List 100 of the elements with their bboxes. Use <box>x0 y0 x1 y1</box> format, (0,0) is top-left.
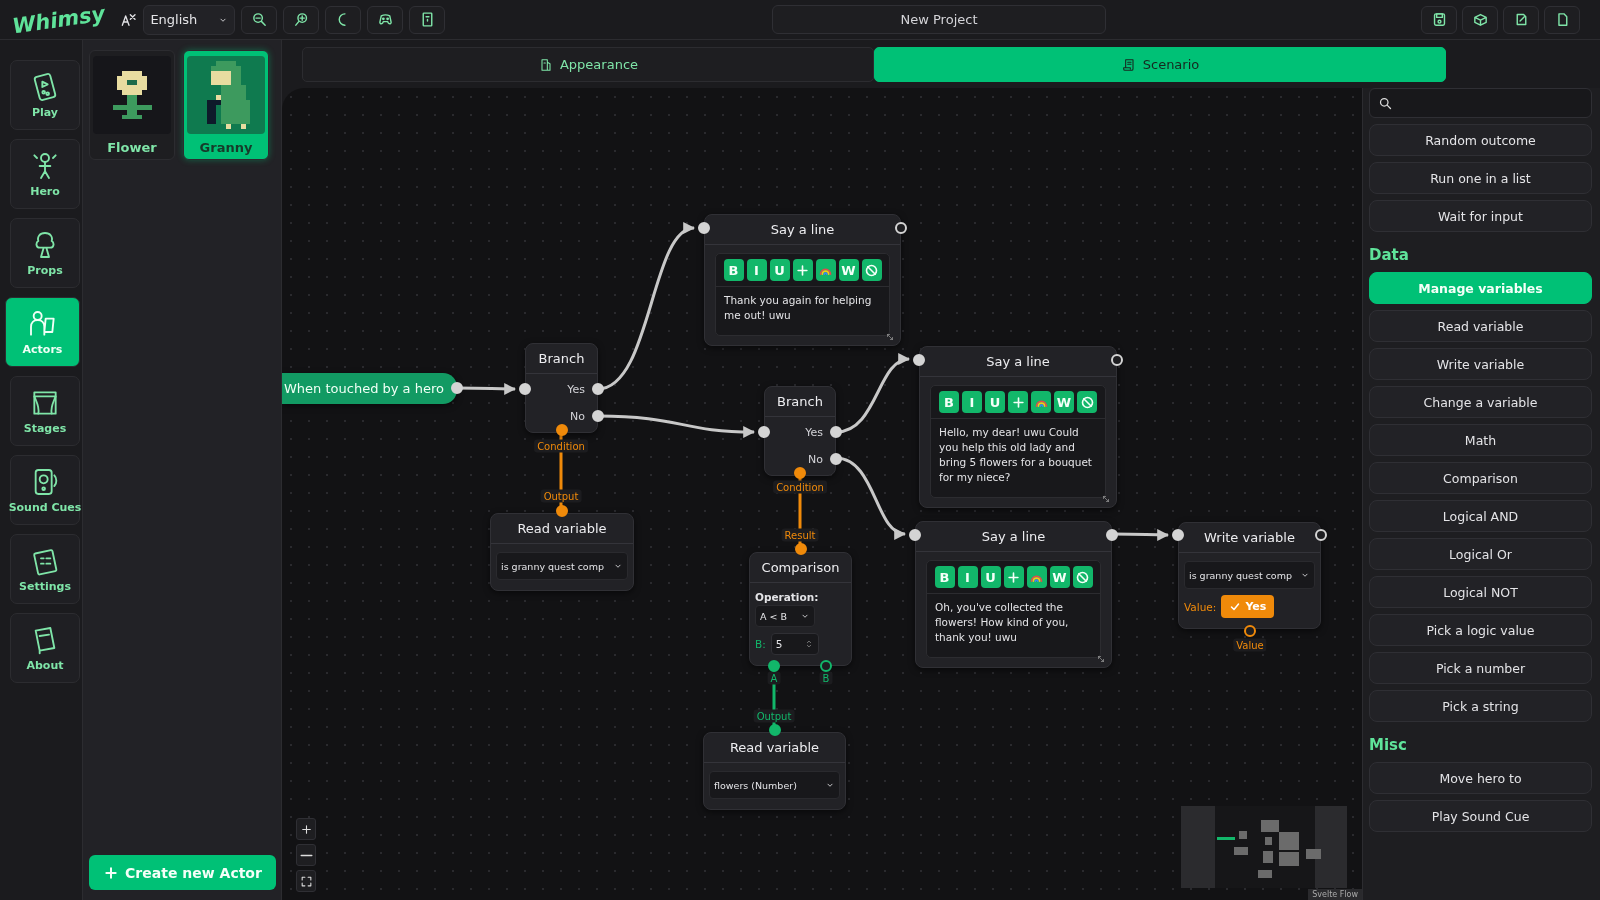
port-label: Output <box>753 709 795 723</box>
connection-handle[interactable] <box>1172 529 1184 541</box>
connection-handle[interactable] <box>556 505 568 517</box>
zoom-in-button[interactable] <box>283 5 320 34</box>
trigger-node[interactable]: When touched by a hero <box>282 373 457 404</box>
palette-button[interactable]: Pick a logic value <box>1369 614 1592 646</box>
format-button[interactable] <box>1077 391 1097 413</box>
zoom-out-icon <box>250 11 268 28</box>
resize-icon <box>1101 494 1111 504</box>
port-label: No <box>570 409 585 425</box>
palette-button[interactable]: Logical AND <box>1369 500 1592 532</box>
nav-button[interactable]: Props <box>10 218 80 288</box>
read-variable-node[interactable]: Read variable flowers (Number) <box>703 732 846 810</box>
package-icon <box>1471 11 1489 28</box>
resize-icon <box>1096 654 1106 664</box>
zoom-in-button[interactable] <box>296 818 316 840</box>
actor-card[interactable]: Granny <box>183 50 269 160</box>
field-label: Value: <box>1184 600 1217 613</box>
variable-select[interactable]: flowers (Number) <box>709 771 840 799</box>
nav-button[interactable]: Hero <box>10 139 80 209</box>
format-button[interactable] <box>1072 566 1093 588</box>
connection-handle[interactable] <box>758 426 770 438</box>
palette-button[interactable]: Change a variable <box>1369 386 1592 418</box>
variable-select[interactable]: is granny quest comp <box>496 552 628 580</box>
palette-button[interactable]: Wait for input <box>1369 200 1592 232</box>
dialogue-node[interactable]: Say a line B I U W Hello, my dear! uwu Could you help this old lady and bring 5 flowers for a bouquet for my niece? <box>919 346 1117 508</box>
port-label: A <box>767 671 781 685</box>
connection-handle[interactable] <box>519 383 531 395</box>
format-button[interactable] <box>815 259 836 281</box>
nav-button[interactable]: Settings <box>10 534 80 604</box>
dialogue-text[interactable]: Hello, my dear! uwu Could you help this old lady and bring 5 flowers for a bouquet for my niece? <box>931 419 1105 497</box>
read-variable-node[interactable]: Read variable is granny quest comp <box>490 513 634 591</box>
number-field[interactable]: 5 <box>770 633 819 655</box>
node-title: Read variable <box>704 733 845 763</box>
no-entry-icon <box>1079 394 1095 410</box>
search-field[interactable] <box>1369 88 1592 118</box>
port-label: Value <box>1233 638 1267 652</box>
connection-handle[interactable] <box>913 354 925 366</box>
palette-button[interactable]: Math <box>1369 424 1592 456</box>
zoom-out-button[interactable] <box>296 844 316 866</box>
write-variable-node[interactable]: Write variable is granny quest comp Value: Yes <box>1178 522 1321 629</box>
help-button[interactable] <box>409 5 446 34</box>
connection-handle[interactable] <box>698 222 710 234</box>
plus-icon <box>1010 394 1026 410</box>
minimap[interactable] <box>1181 806 1347 888</box>
nav-button[interactable]: Sound Cues <box>10 455 80 525</box>
palette-button[interactable]: Logical Or <box>1369 538 1592 570</box>
tab[interactable]: Appearance <box>302 47 874 82</box>
dialogue-node[interactable]: Say a line B I U W Thank you again for helping me out! uwu <box>704 214 901 346</box>
palette-button[interactable]: Play Sound Cue <box>1369 800 1592 832</box>
palette-button[interactable]: Move hero to <box>1369 762 1592 794</box>
zoom-out-button[interactable] <box>241 5 278 34</box>
actor-card[interactable]: Flower <box>89 50 175 160</box>
palette-button[interactable]: Pick a number <box>1369 652 1592 684</box>
palette-button[interactable]: Logical NOT <box>1369 576 1592 608</box>
open-button[interactable] <box>1503 5 1539 34</box>
language-select[interactable]: English <box>143 4 236 35</box>
palette-button[interactable]: Pick a string <box>1369 690 1592 722</box>
connection-handle[interactable] <box>794 543 807 555</box>
connection-handle[interactable] <box>768 724 781 736</box>
save-button[interactable] <box>1421 5 1457 34</box>
format-button[interactable] <box>792 259 813 281</box>
palette-button[interactable]: Comparison <box>1369 462 1592 494</box>
palette-button[interactable]: Run one in a list <box>1369 162 1592 194</box>
tab[interactable]: Scenario <box>874 47 1446 82</box>
nav-button[interactable]: Play <box>10 60 80 130</box>
theme-button[interactable] <box>325 5 362 34</box>
port-label: Yes <box>567 382 585 398</box>
comparison-node[interactable]: Comparison Operation: A < B B: 5 <box>749 552 852 666</box>
palette-button[interactable]: Random outcome <box>1369 124 1592 156</box>
operation-select[interactable]: A < B <box>755 605 815 627</box>
dialogue-text[interactable]: Thank you again for helping me out! uwu <box>716 287 889 335</box>
format-button[interactable] <box>1008 391 1028 413</box>
format-button[interactable] <box>861 259 882 281</box>
project-title-field[interactable]: New Project <box>772 5 1106 34</box>
scroll-icon <box>1120 56 1137 73</box>
connection-handle[interactable] <box>909 529 921 541</box>
variable-select[interactable]: is granny quest comp <box>1184 561 1315 589</box>
search-icon <box>1378 95 1393 111</box>
format-button[interactable] <box>1031 391 1051 413</box>
nav-button[interactable]: About <box>10 613 80 683</box>
palette-button[interactable]: Read variable <box>1369 310 1592 342</box>
port-label: B <box>819 671 833 685</box>
dialogue-text[interactable]: Oh, you've collected the flowers! How kind of you, thank you! uwu <box>927 594 1100 657</box>
attribution-link[interactable]: Svelte Flow <box>1308 889 1362 900</box>
new-button[interactable] <box>1544 5 1580 34</box>
field-label: Operation: <box>755 591 820 603</box>
palette-button[interactable]: Write variable <box>1369 348 1592 380</box>
branch-node[interactable]: Branch Yes No <box>764 386 836 476</box>
node-canvas[interactable] <box>282 88 1362 900</box>
community-button[interactable] <box>367 5 404 34</box>
format-button[interactable] <box>1003 566 1024 588</box>
branch-node[interactable]: Branch Yes No <box>525 343 598 433</box>
dialogue-node[interactable]: Say a line B I U W Oh, you've collected the flowers! How kind of you, thank you! uwu <box>915 521 1112 668</box>
nav-button[interactable]: Stages <box>10 376 80 446</box>
export-button[interactable] <box>1462 5 1498 34</box>
format-button[interactable] <box>1026 566 1047 588</box>
app-logo[interactable]: Whimsy <box>10 1 107 38</box>
fit-view-button[interactable] <box>296 870 316 892</box>
field-label: B: <box>755 638 766 650</box>
